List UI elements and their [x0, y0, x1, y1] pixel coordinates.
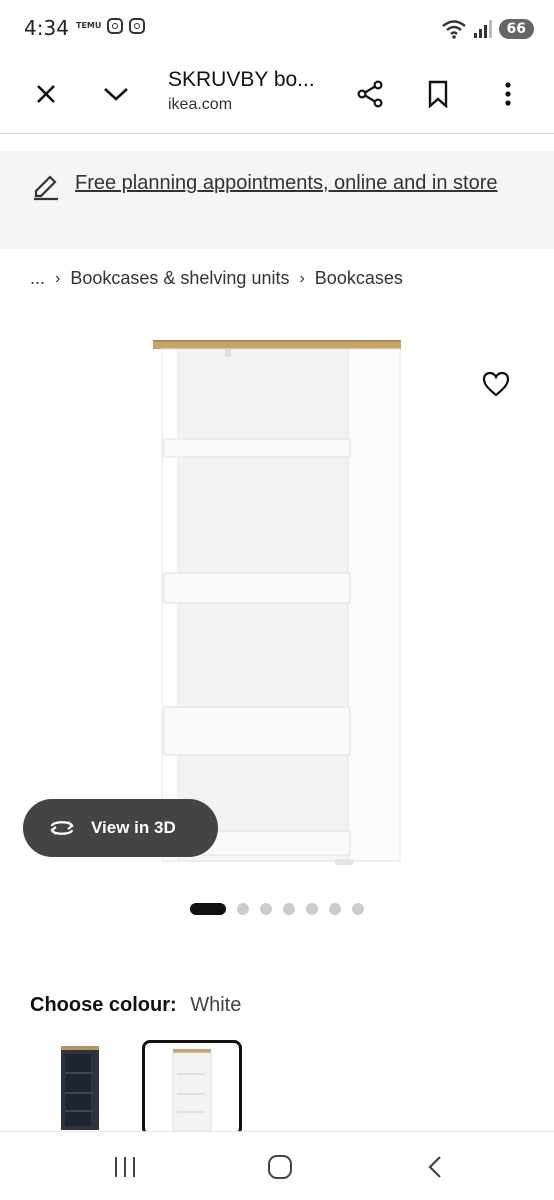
favourite-heart-icon[interactable]	[482, 371, 510, 402]
breadcrumb: ... › Bookcases & shelving units › Bookc…	[30, 268, 403, 289]
share-icon[interactable]	[352, 76, 388, 112]
recent-apps-icon[interactable]	[105, 1152, 145, 1182]
chevron-right-icon: ›	[55, 269, 61, 287]
colour-label: Choose colour:	[30, 994, 177, 1016]
carousel-dot[interactable]	[237, 903, 249, 915]
breadcrumb-item[interactable]: Bookcases & shelving units	[70, 268, 289, 289]
colour-value: White	[190, 994, 242, 1016]
status-notifications: TEMU	[76, 18, 146, 34]
view-in-3d-label: View in 3D	[91, 818, 176, 837]
rotate-3d-icon	[50, 821, 74, 835]
view-in-3d-button[interactable]: View in 3D	[23, 799, 218, 857]
chevron-down-icon[interactable]	[98, 76, 134, 112]
instagram-icon	[129, 18, 146, 34]
more-options-icon[interactable]	[490, 76, 526, 112]
product-image[interactable]	[150, 335, 405, 870]
breadcrumb-item[interactable]: Bookcases	[315, 268, 403, 289]
carousel-dot[interactable]	[260, 903, 272, 915]
colour-selector-heading: Choose colour: White	[30, 994, 241, 1017]
system-navigation-bar	[0, 1131, 554, 1200]
carousel-dot[interactable]	[190, 903, 226, 915]
colour-swatch-white[interactable]	[142, 1040, 242, 1136]
carousel-dot[interactable]	[352, 903, 364, 915]
banner-link[interactable]: Free planning appointments, online and i…	[75, 167, 515, 199]
carousel-dot[interactable]	[283, 903, 295, 915]
browser-toolbar: SKRUVBY bo... ikea.com	[0, 58, 554, 134]
breadcrumb-ellipsis[interactable]: ...	[30, 268, 45, 289]
chevron-right-icon: ›	[299, 269, 305, 287]
page-title: SKRUVBY bo...	[168, 68, 315, 91]
signal-icon	[473, 20, 492, 38]
carousel-dot[interactable]	[329, 903, 341, 915]
carousel-indicator	[190, 903, 364, 915]
status-time: 4:34	[24, 16, 69, 40]
wifi-icon	[441, 20, 466, 39]
pencil-icon	[34, 175, 58, 201]
back-icon[interactable]	[415, 1152, 455, 1182]
status-bar: 4:34 TEMU 66	[0, 0, 554, 58]
planning-banner[interactable]: Free planning appointments, online and i…	[0, 151, 554, 249]
page-title-area[interactable]: SKRUVBY bo... ikea.com	[168, 68, 315, 114]
instagram-icon	[107, 18, 124, 34]
colour-swatch-black-blue[interactable]	[30, 1040, 130, 1136]
page-domain: ikea.com	[168, 96, 233, 113]
battery-indicator: 66	[498, 19, 534, 39]
home-icon[interactable]	[260, 1152, 300, 1182]
carousel-dot[interactable]	[306, 903, 318, 915]
temu-icon: TEMU	[76, 21, 102, 30]
status-system: 66	[441, 18, 534, 40]
close-icon[interactable]	[28, 76, 64, 112]
bookmark-icon[interactable]	[420, 76, 456, 112]
